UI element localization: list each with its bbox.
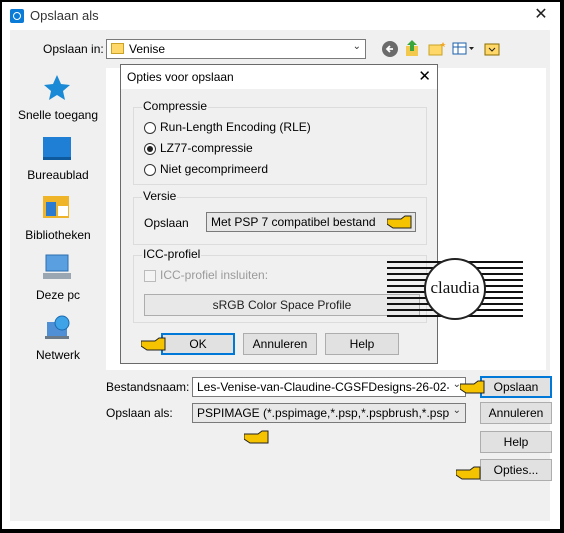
location-folder: Venise (129, 42, 166, 56)
version-group: Versie Opslaan Met PSP 7 compatibel best… (133, 189, 427, 245)
version-value: Met PSP 7 compatibel bestand (211, 215, 376, 229)
radio-lz77[interactable] (144, 143, 156, 155)
icc-profile-button[interactable]: sRGB Color Space Profile (144, 294, 420, 316)
help-button[interactable]: Help (480, 431, 552, 453)
radio-none[interactable] (144, 164, 156, 176)
pointing-hand-icon (243, 430, 270, 444)
chevron-down-icon: ⌄ (352, 41, 361, 52)
location-label: Opslaan in: (43, 42, 104, 56)
up-folder-icon[interactable] (404, 39, 420, 56)
options-button[interactable]: Opties... (480, 459, 552, 481)
watermark-logo: claudia (387, 256, 523, 322)
compression-group: Compressie Run-Length Encoding (RLE) LZ7… (133, 99, 427, 185)
filename-input[interactable]: Les-Venise-van-Claudine-CGSFDesigns-26-0… (192, 377, 466, 397)
place-label: Bureaublad (27, 168, 89, 182)
back-icon[interactable] (382, 41, 398, 57)
network-icon (42, 314, 72, 340)
options-dialog-title: Opties voor opslaan (127, 70, 234, 84)
icc-checkbox[interactable] (144, 270, 156, 282)
close-icon[interactable]: ✕ (418, 67, 431, 85)
app-icon (10, 9, 24, 23)
location-combo[interactable]: Venise ⌄ (106, 39, 366, 59)
star-icon (42, 74, 72, 100)
pointing-hand-icon (140, 337, 167, 351)
icc-checkbox-label: ICC-profiel insluiten: (160, 268, 269, 282)
filetype-label: Opslaan als: (106, 406, 173, 420)
pointing-hand-icon (386, 215, 413, 229)
chevron-down-icon: ⌄ (452, 405, 461, 416)
filename-value: Les-Venise-van-Claudine-CGSFDesigns-26-0… (197, 380, 449, 394)
filetype-select[interactable]: PSPIMAGE (*.pspimage,*.psp,*.pspbrush,*.… (192, 403, 466, 423)
radio-rle-label: Run-Length Encoding (RLE) (160, 120, 311, 134)
view-menu-icon[interactable] (452, 41, 476, 57)
dialog-cancel-button[interactable]: Annuleren (243, 333, 317, 355)
version-label: Opslaan (144, 216, 189, 230)
new-folder-icon[interactable] (428, 41, 446, 57)
folder-icon (111, 43, 124, 54)
pointing-hand-icon (459, 380, 486, 394)
watermark-text: claudia (430, 278, 480, 297)
places-sidebar: Snelle toegang Bureaublad Bibliotheken D… (10, 64, 106, 370)
radio-none-label: Niet gecomprimeerd (160, 162, 269, 176)
icc-title: ICC-profiel (142, 247, 202, 261)
place-label: Bibliotheken (25, 228, 91, 242)
options-dialog-titlebar: Opties voor opslaan ✕ (121, 65, 437, 89)
compression-title: Compressie (142, 99, 209, 113)
radio-lz77-label: LZ77-compressie (160, 141, 253, 155)
title-bar: Opslaan als ✕ (2, 2, 560, 30)
computer-icon (42, 254, 72, 280)
cancel-button[interactable]: Annuleren (480, 402, 552, 424)
close-button[interactable]: ✕ (532, 6, 550, 24)
window-title: Opslaan als (30, 8, 99, 23)
save-button[interactable]: Opslaan (480, 376, 552, 398)
dialog-help-button[interactable]: Help (325, 333, 399, 355)
version-title: Versie (142, 189, 178, 203)
place-label: Deze pc (35, 288, 81, 302)
folder-options-icon[interactable] (484, 41, 500, 57)
place-label: Snelle toegang (17, 108, 99, 122)
place-label: Netwerk (35, 348, 80, 362)
filetype-value: PSPIMAGE (*.pspimage,*.psp,*.pspbrush,*.… (197, 406, 449, 420)
filename-label: Bestandsnaam: (106, 380, 190, 394)
radio-rle[interactable] (144, 122, 156, 134)
version-select[interactable]: Met PSP 7 compatibel bestand ⌄ (206, 212, 416, 232)
library-icon (42, 194, 72, 220)
desktop-icon (42, 134, 72, 160)
pointing-hand-icon (455, 466, 482, 480)
icc-group: ICC-profiel ICC-profiel insluiten: sRGB … (133, 247, 427, 323)
ok-button[interactable]: OK (161, 333, 235, 355)
